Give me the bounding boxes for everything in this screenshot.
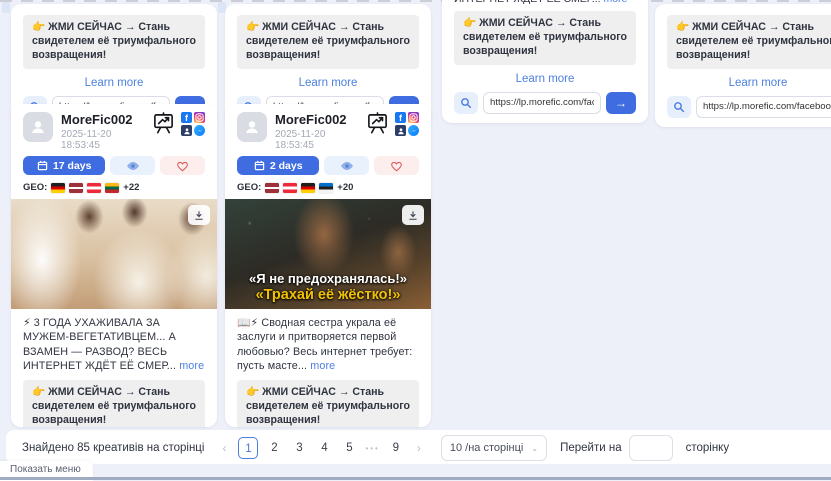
open-url-button[interactable]: →: [606, 92, 636, 114]
instagram-icon: [408, 112, 419, 123]
pages-ellipsis[interactable]: •••: [365, 444, 379, 453]
profile-name[interactable]: MoreFic002: [275, 112, 366, 127]
ad-cta-text: 👉 ЖМИ СЕЙЧАС → Стань свидетелем её триум…: [237, 15, 419, 69]
download-image-button[interactable]: [402, 205, 424, 225]
geo-label: GEO:: [237, 182, 261, 193]
ad-cta-text: 👉 ЖМИ СЕЙЧАС → Стань свидетелем её триум…: [667, 15, 831, 69]
learn-more-link[interactable]: Learn more: [667, 77, 831, 89]
geo-more-count[interactable]: +22: [123, 182, 139, 193]
flag-austria-icon: [87, 183, 101, 193]
eye-icon: [340, 161, 354, 171]
creative-image[interactable]: [11, 199, 217, 309]
avatar: [23, 112, 53, 142]
creative-image[interactable]: «Я не предохранялась!» «Трахай её жёстко…: [225, 199, 431, 309]
search-url-button[interactable]: [454, 92, 478, 114]
search-icon: [460, 97, 472, 109]
facebook-icon: f: [181, 112, 192, 123]
days-active-button[interactable]: 17 days: [23, 156, 105, 175]
geo-label: GEO:: [23, 182, 47, 193]
profile-name[interactable]: MoreFic002: [61, 112, 152, 127]
instagram-icon: [194, 112, 205, 123]
geo-more-count[interactable]: +20: [337, 182, 353, 193]
per-page-select[interactable]: 10 /на сторінці ⌄: [441, 435, 547, 461]
goto-page-input[interactable]: [629, 435, 673, 461]
flag-germany-icon: [51, 183, 65, 193]
more-link[interactable]: more: [310, 360, 335, 372]
more-link[interactable]: more: [603, 0, 627, 5]
flag-germany-icon: [301, 183, 315, 193]
results-count-text: Знайдено 85 креативів на сторінці: [22, 442, 204, 454]
clipped-card-stub: [2, 2, 10, 13]
audience-network-icon: [181, 125, 192, 136]
ad-cta-text: 👉 ЖМИ СЕЙЧАС → Стань свидетелем её триум…: [23, 15, 205, 69]
chevron-down-icon: ⌄: [531, 444, 538, 453]
clipped-ad-text: ИНТЕРНЕТ ЖДЁТ ЕЁ СМЕР... more: [454, 0, 636, 5]
preview-eye-button[interactable]: [110, 156, 155, 175]
calendar-icon: [37, 160, 48, 171]
ad-text: ⚡ 3 ГОДА УХАЖИВАЛА ЗА МУЖЕМ-ВЕГЕТАТИВЦЕМ…: [23, 316, 205, 374]
image-overlay-text: «Я не предохранялась!» «Трахай её жёстко…: [225, 271, 431, 303]
search-icon: [673, 101, 685, 113]
ad-text: 📖⚡ Сводная сестра украла её заслуги и пр…: [237, 316, 419, 374]
page-button-1[interactable]: 1: [238, 437, 258, 459]
search-url-button[interactable]: [667, 96, 691, 118]
learn-more-link[interactable]: Learn more: [237, 77, 419, 89]
flag-austria-icon: [283, 183, 297, 193]
heart-icon: [390, 160, 403, 172]
analytics-board-icon[interactable]: [152, 112, 175, 135]
audience-network-icon: [395, 125, 406, 136]
favorite-heart-button[interactable]: [374, 156, 419, 175]
cut-row-above-divider: [0, 0, 831, 2]
preview-eye-button[interactable]: [324, 156, 369, 175]
creative-date: 2025-11-20 18:53:45: [275, 129, 366, 151]
page-button-4[interactable]: 4: [315, 437, 333, 459]
placement-icons: f: [181, 112, 205, 136]
calendar-icon: [254, 160, 265, 171]
goto-page-suffix: сторінку: [686, 442, 730, 454]
landing-url-input[interactable]: [483, 92, 601, 114]
analytics-board-icon[interactable]: [366, 112, 389, 135]
ad-cta-text: 👉 ЖМИ СЕЙЧАС → Стань свидетелем её триум…: [23, 380, 205, 427]
download-image-button[interactable]: [188, 205, 210, 225]
prev-page-button[interactable]: ‹: [217, 441, 231, 455]
days-label: 17 days: [53, 160, 92, 172]
goto-page-label: Перейти на: [560, 442, 622, 454]
page-button-2[interactable]: 2: [265, 437, 283, 459]
more-link[interactable]: more: [179, 360, 204, 372]
placement-icons: f: [395, 112, 419, 136]
flag-latvia-icon: [265, 183, 279, 193]
creative-date: 2025-11-20 18:53:45: [61, 129, 152, 151]
messenger-icon: [408, 125, 419, 136]
eye-icon: [126, 161, 140, 171]
creative-card-partial: 👉 ЖМИ СЕЙЧАС → Стань свидетелем её триум…: [655, 4, 831, 127]
flag-latvia-icon: [69, 183, 83, 193]
avatar: [237, 112, 267, 142]
days-label: 2 days: [270, 160, 303, 172]
page-button-5[interactable]: 5: [340, 437, 358, 459]
days-active-button[interactable]: 2 days: [237, 156, 319, 175]
facebook-icon: f: [395, 112, 406, 123]
next-page-button[interactable]: ›: [412, 441, 426, 455]
per-page-value: 10 /на сторінці: [450, 442, 524, 454]
ad-cta-text: 👉 ЖМИ СЕЙЧАС → Стань свидетелем её триум…: [237, 380, 419, 427]
learn-more-link[interactable]: Learn more: [454, 73, 636, 85]
landing-url-input[interactable]: [696, 96, 831, 118]
messenger-icon: [194, 125, 205, 136]
flag-estonia-icon: [319, 183, 333, 193]
creative-card: MoreFic002 2025-11-20 18:53:45 f 17 days: [11, 104, 217, 427]
creative-card-partial: ИНТЕРНЕТ ЖДЁТ ЕЁ СМЕР... more 👉 ЖМИ СЕЙЧ…: [442, 0, 648, 123]
learn-more-link[interactable]: Learn more: [23, 77, 205, 89]
page-button-3[interactable]: 3: [290, 437, 308, 459]
ad-cta-text: 👉 ЖМИ СЕЙЧАС → Стань свидетелем её триум…: [454, 11, 636, 65]
creative-card: MoreFic002 2025-11-20 18:53:45 f 2 days: [225, 104, 431, 427]
heart-icon: [176, 160, 189, 172]
page-button-9[interactable]: 9: [387, 437, 405, 459]
favorite-heart-button[interactable]: [160, 156, 205, 175]
flag-lithuania-icon: [105, 183, 119, 193]
